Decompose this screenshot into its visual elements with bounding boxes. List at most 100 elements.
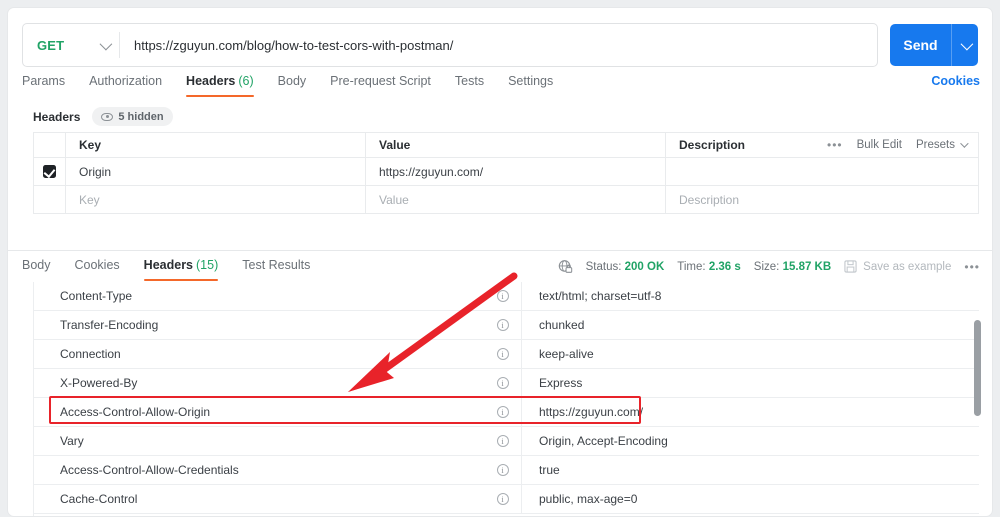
postman-request-response-card: GET https://zguyun.com/blog/how-to-test-… bbox=[7, 7, 993, 517]
row-key-cell: Vary bbox=[33, 427, 484, 455]
bulk-edit-button[interactable]: Bulk Edit bbox=[857, 139, 902, 151]
response-meta: Status: 200 OK Time: 2.36 s Size: 15.87 … bbox=[558, 258, 980, 274]
column-header-value: Value bbox=[366, 133, 666, 157]
row-value-cell: Express bbox=[521, 369, 979, 397]
cookies-link[interactable]: Cookies bbox=[931, 74, 980, 88]
response-tabs: Body Cookies Headers (15) Test Results St… bbox=[22, 258, 980, 284]
tab-count: (6) bbox=[238, 74, 254, 88]
header-key: X-Powered-By bbox=[60, 376, 138, 390]
tab-label: Headers bbox=[186, 74, 236, 88]
hidden-headers-label: 5 hidden bbox=[118, 110, 164, 123]
column-header-description: Description ••• Bulk Edit Presets bbox=[666, 133, 978, 157]
row-key-cell[interactable]: Origin bbox=[66, 158, 366, 185]
info-icon[interactable]: i bbox=[496, 464, 509, 476]
header-value: public, max-age=0 bbox=[539, 492, 638, 506]
tab-count: (15) bbox=[196, 258, 219, 272]
new-description-placeholder: Description bbox=[679, 192, 740, 207]
time-prefix: Time: bbox=[677, 260, 706, 273]
request-headers-table: Key Value Description ••• Bulk Edit Pres… bbox=[33, 132, 979, 214]
info-icon[interactable]: i bbox=[496, 319, 509, 331]
tab-response-headers[interactable]: Headers (15) bbox=[143, 258, 219, 281]
row-info-cell: i bbox=[484, 282, 521, 310]
column-label: Value bbox=[379, 138, 411, 152]
new-key-input[interactable]: Key bbox=[66, 186, 366, 213]
table-row[interactable]: Transfer-Encoding i chunked bbox=[33, 311, 979, 340]
table-row-highlighted[interactable]: Access-Control-Allow-Origin i https://zg… bbox=[33, 398, 979, 427]
tab-authorization[interactable]: Authorization bbox=[89, 74, 162, 95]
tab-settings[interactable]: Settings bbox=[508, 74, 553, 95]
tab-tests[interactable]: Tests bbox=[455, 74, 484, 95]
row-info-cell: i bbox=[484, 369, 521, 397]
response-more-menu[interactable]: ••• bbox=[964, 261, 980, 273]
row-info-cell: i bbox=[484, 427, 521, 455]
row-value-cell: https://zguyun.com/ bbox=[521, 398, 979, 426]
tab-label: Settings bbox=[508, 74, 554, 88]
chevron-down-icon bbox=[99, 37, 113, 50]
column-label: Key bbox=[79, 138, 102, 152]
floppy-disk-icon bbox=[844, 260, 857, 273]
size-label: Size: 15.87 KB bbox=[754, 261, 831, 273]
table-row[interactable]: Vary i Origin, Accept-Encoding bbox=[33, 427, 979, 456]
send-button[interactable]: Send bbox=[890, 24, 951, 66]
tab-response-body[interactable]: Body bbox=[22, 258, 51, 279]
tab-test-results[interactable]: Test Results bbox=[242, 258, 310, 279]
row-info-cell: i bbox=[484, 456, 521, 484]
row-value-cell: public, max-age=0 bbox=[521, 485, 979, 513]
table-row[interactable]: Cache-Control i public, max-age=0 bbox=[33, 485, 979, 514]
row-value-cell: text/html; charset=utf-8 bbox=[521, 282, 979, 310]
tab-pre-request-script[interactable]: Pre-request Script bbox=[330, 74, 431, 95]
header-value: text/html; charset=utf-8 bbox=[539, 289, 662, 303]
tab-body[interactable]: Body bbox=[278, 74, 307, 95]
column-header-key: Key bbox=[66, 133, 366, 157]
info-icon[interactable]: i bbox=[496, 493, 509, 505]
panel-divider[interactable] bbox=[8, 250, 992, 251]
http-method-select[interactable]: GET bbox=[23, 24, 119, 66]
table-row[interactable]: Origin https://zguyun.com/ bbox=[34, 158, 978, 186]
table-row[interactable]: Access-Control-Allow-Credentials i true bbox=[33, 456, 979, 485]
send-options-button[interactable] bbox=[952, 24, 978, 66]
header-value: Express bbox=[539, 376, 583, 390]
row-checkbox[interactable] bbox=[43, 165, 56, 178]
header-value: https://zguyun.com/ bbox=[379, 164, 484, 179]
table-row[interactable]: X-Powered-By i Express bbox=[33, 369, 979, 398]
table-actions: ••• Bulk Edit Presets bbox=[827, 139, 978, 151]
tab-params[interactable]: Params bbox=[22, 74, 65, 95]
time-value: 2.36 s bbox=[708, 260, 741, 273]
header-value: true bbox=[539, 463, 560, 477]
info-icon[interactable]: i bbox=[496, 290, 509, 302]
column-label: Description bbox=[679, 138, 746, 152]
hidden-headers-toggle[interactable]: 5 hidden bbox=[92, 107, 173, 126]
row-info-cell: i bbox=[484, 398, 521, 426]
url-input[interactable]: https://zguyun.com/blog/how-to-test-cors… bbox=[120, 38, 877, 53]
table-row[interactable]: Connection i keep-alive bbox=[33, 340, 979, 369]
tab-label: Body bbox=[22, 258, 51, 272]
ellipsis-icon[interactable]: ••• bbox=[827, 139, 843, 151]
globe-lock-icon[interactable] bbox=[558, 259, 573, 274]
status-prefix: Status: bbox=[585, 260, 622, 273]
new-value-placeholder: Value bbox=[379, 192, 409, 207]
size-value: 15.87 KB bbox=[782, 260, 832, 273]
info-icon[interactable]: i bbox=[496, 435, 509, 447]
header-key: Content-Type bbox=[60, 289, 133, 303]
tab-response-cookies[interactable]: Cookies bbox=[75, 258, 120, 279]
save-as-example-button[interactable]: Save as example bbox=[844, 260, 951, 273]
table-row[interactable]: Content-Type i text/html; charset=utf-8 bbox=[33, 282, 979, 311]
row-key-cell: Content-Type bbox=[33, 282, 484, 310]
new-value-input[interactable]: Value bbox=[366, 186, 666, 213]
info-icon[interactable]: i bbox=[496, 406, 509, 418]
info-icon[interactable]: i bbox=[496, 377, 509, 389]
table-row-empty[interactable]: Key Value Description bbox=[34, 186, 978, 214]
info-icon[interactable]: i bbox=[496, 348, 509, 360]
presets-dropdown[interactable]: Presets bbox=[916, 139, 969, 151]
tab-label: Tests bbox=[454, 74, 485, 88]
send-button-group[interactable]: Send bbox=[890, 24, 978, 66]
row-key-cell: Cache-Control bbox=[33, 485, 484, 513]
tab-label: Authorization bbox=[89, 74, 163, 88]
tab-headers[interactable]: Headers (6) bbox=[186, 74, 254, 97]
header-key: Connection bbox=[60, 347, 121, 361]
response-scrollbar-thumb[interactable] bbox=[974, 320, 981, 416]
new-description-input[interactable]: Description bbox=[666, 186, 978, 213]
header-value: https://zguyun.com/ bbox=[539, 405, 644, 419]
row-value-cell[interactable]: https://zguyun.com/ bbox=[366, 158, 666, 185]
row-description-cell[interactable] bbox=[666, 158, 978, 185]
